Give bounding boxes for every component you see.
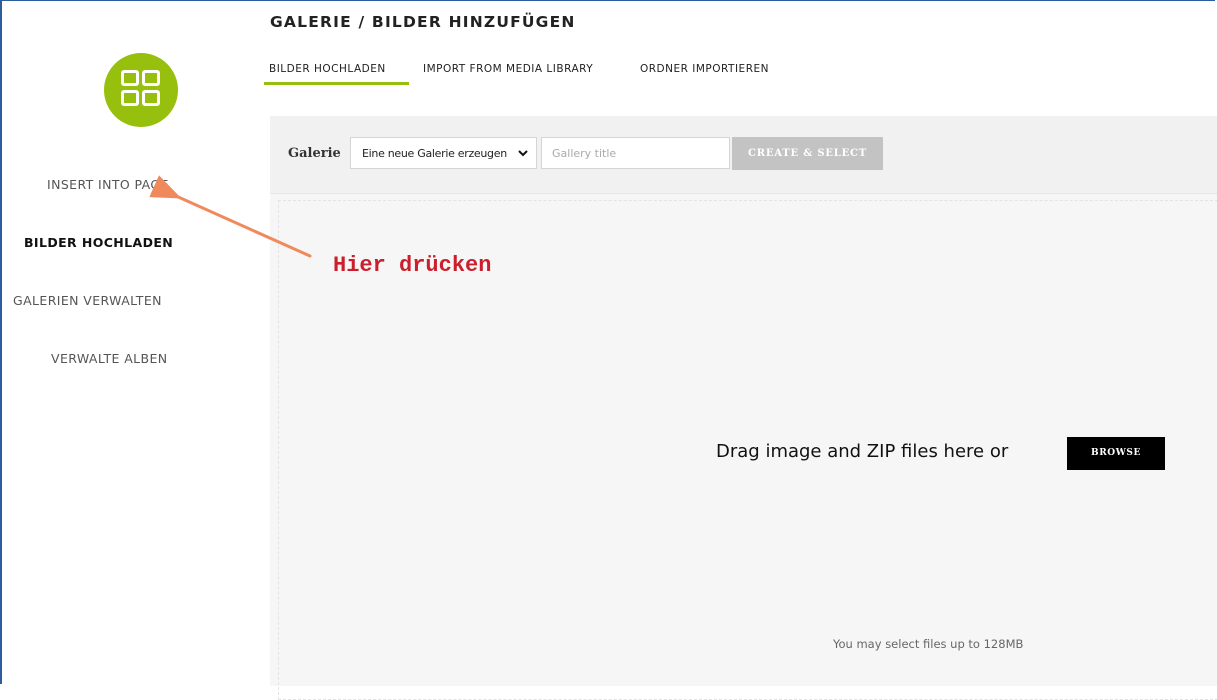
page-title: GALERIE / BILDER HINZUFÜGEN xyxy=(270,13,576,31)
sidebar: INSERT INTO PAGE BILDER HOCHLADEN GALERI… xyxy=(0,0,190,686)
sidebar-item-bilder-hochladen[interactable]: BILDER HOCHLADEN xyxy=(24,235,173,250)
sidebar-item-galerien-verwalten[interactable]: GALERIEN VERWALTEN xyxy=(13,293,162,308)
file-size-limit-text: You may select files up to 128MB xyxy=(833,637,1024,651)
tab-ordner-importieren[interactable]: ORDNER IMPORTIEREN xyxy=(640,63,769,75)
create-select-button[interactable]: CREATE & SELECT xyxy=(732,137,883,170)
dropzone-prompt: Drag image and ZIP files here or xyxy=(716,441,1009,462)
gallery-select[interactable]: Eine neue Galerie erzeugen xyxy=(350,137,537,169)
annotation-text: Hier drücken xyxy=(333,253,492,278)
gallery-logo xyxy=(104,53,178,127)
gallery-toolbar: Galerie Eine neue Galerie erzeugen CREAT… xyxy=(270,116,1217,194)
gallery-label: Galerie xyxy=(288,146,341,161)
chevron-down-icon xyxy=(518,150,528,157)
gallery-select-value: Eine neue Galerie erzeugen xyxy=(362,147,507,160)
browse-button[interactable]: BROWSE xyxy=(1067,437,1165,470)
active-tab-indicator xyxy=(264,82,409,85)
gallery-title-input[interactable] xyxy=(541,137,730,169)
sidebar-item-verwalte-alben[interactable]: VERWALTE ALBEN xyxy=(51,351,168,366)
tab-bilder-hochladen[interactable]: BILDER HOCHLADEN xyxy=(269,63,386,75)
tab-import-from-media-library[interactable]: IMPORT FROM MEDIA LIBRARY xyxy=(423,63,593,75)
sidebar-item-insert-into-page[interactable]: INSERT INTO PAGE xyxy=(47,177,169,192)
grid-icon xyxy=(121,70,161,110)
